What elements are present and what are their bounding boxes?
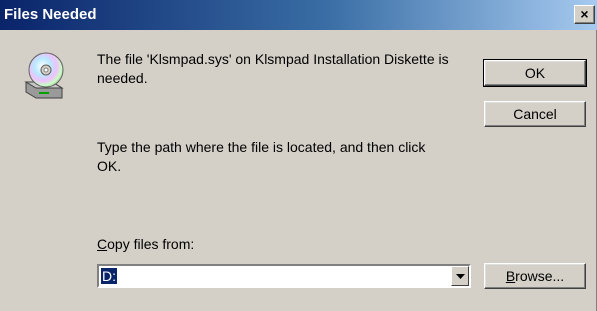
copy-files-from-combobox[interactable]: D:	[97, 264, 471, 288]
message-text: The file 'Klsmpad.sys' on Klsmpad Instal…	[97, 50, 449, 88]
window-title: Files Needed	[4, 6, 97, 23]
copy-files-from-label: Copy files from:	[97, 235, 194, 254]
label-accelerator: C	[97, 236, 108, 252]
ok-button[interactable]: OK	[483, 59, 587, 87]
label-text: opy files from:	[107, 236, 195, 252]
cancel-button[interactable]: Cancel	[484, 101, 586, 127]
title-bar[interactable]: Files Needed ×	[0, 0, 597, 30]
combobox-value[interactable]: D:	[100, 267, 118, 285]
cd-drive-icon	[22, 48, 66, 102]
files-needed-dialog: Files Needed × The file 'Klsmpad.sys' on…	[0, 0, 597, 311]
instruction-line: OK.	[97, 158, 122, 174]
browse-label: rowse...	[515, 268, 565, 284]
close-button[interactable]: ×	[574, 5, 595, 24]
browse-accelerator: B	[505, 268, 516, 284]
instruction-text: Type the path where the file is located,…	[97, 138, 425, 176]
message-line: needed.	[97, 70, 148, 86]
browse-button[interactable]: Browse...	[484, 263, 586, 289]
chevron-down-icon	[456, 274, 465, 279]
dropdown-arrow-button[interactable]	[451, 266, 469, 286]
instruction-line: Type the path where the file is located,…	[97, 139, 426, 155]
message-line: The file 'Klsmpad.sys' on Klsmpad Instal…	[97, 51, 449, 67]
